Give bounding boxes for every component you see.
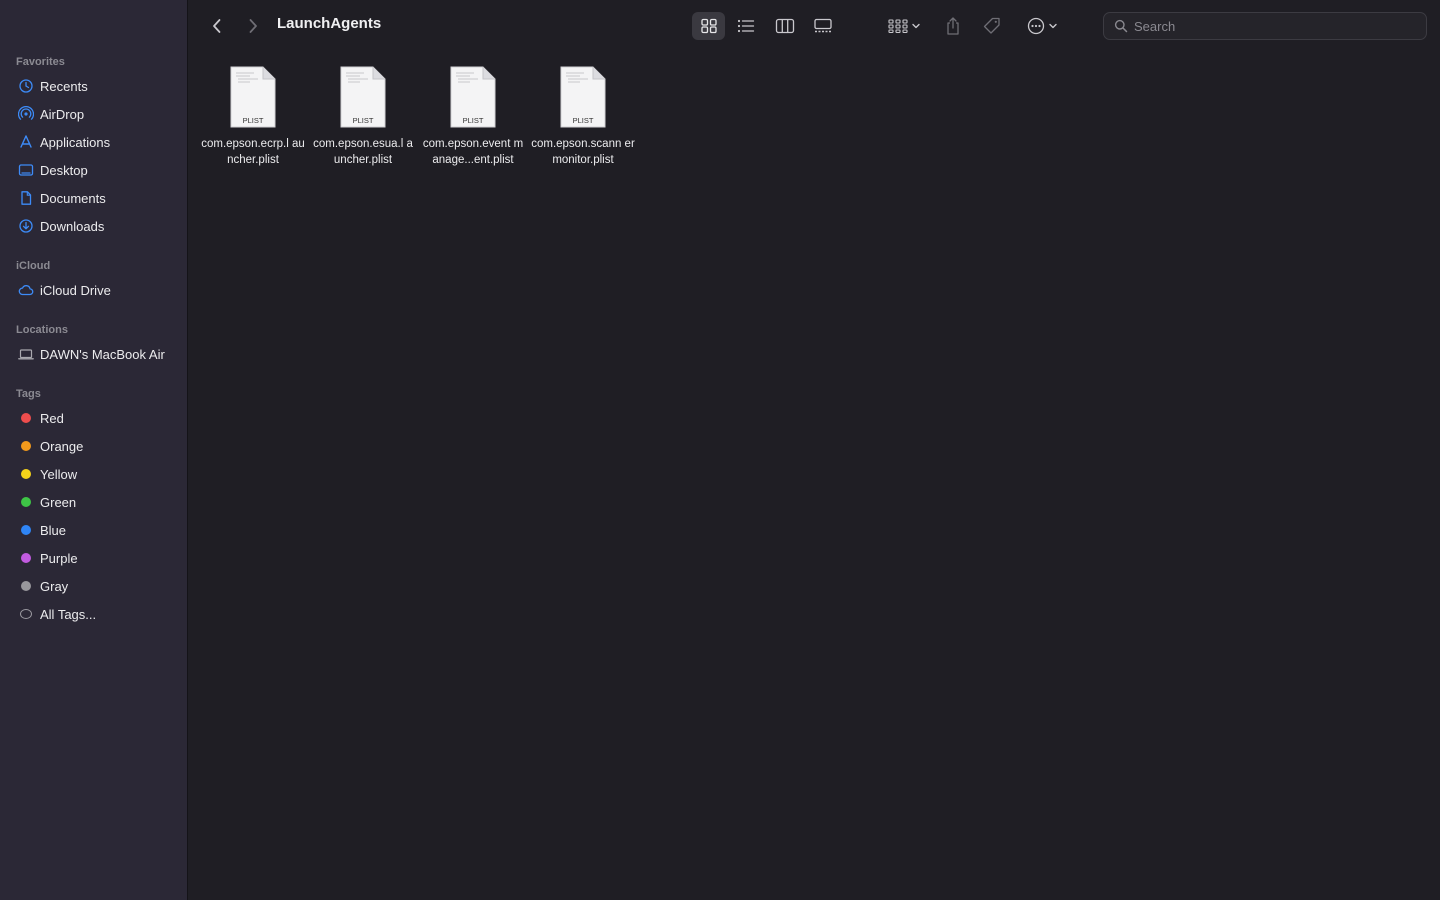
sidebar-item-tag-blue[interactable]: Blue (0, 516, 187, 544)
sidebar-item-airdrop[interactable]: AirDrop (0, 100, 187, 128)
chevron-right-icon (247, 17, 259, 35)
airdrop-icon (18, 106, 34, 122)
search-input[interactable] (1134, 18, 1414, 34)
sidebar-item-documents[interactable]: Documents (0, 184, 187, 212)
sidebar-item-label: Desktop (40, 162, 88, 178)
desktop-icon (18, 162, 34, 178)
sidebar-item-downloads[interactable]: Downloads (0, 212, 187, 240)
tag-yellow-dot-icon (21, 469, 31, 479)
plist-file-icon: PLIST (230, 66, 276, 128)
back-button[interactable] (206, 14, 228, 38)
chevron-down-icon (1048, 22, 1058, 30)
file-item[interactable]: PLIST com.epson.ecrp.l auncher.plist (198, 66, 308, 168)
columns-icon (775, 18, 795, 34)
icloud-header: iCloud (16, 260, 51, 272)
sidebar-item-tag-green[interactable]: Green (0, 488, 187, 516)
sidebar-item-icloud-drive[interactable]: iCloud Drive (0, 276, 187, 304)
sidebar-item-label: Recents (40, 78, 88, 94)
favorites-header: Favorites (16, 56, 65, 68)
sidebar-item-label: iCloud Drive (40, 282, 111, 298)
plist-file-icon: PLIST (450, 66, 496, 128)
sidebar-item-recents[interactable]: Recents (0, 72, 187, 100)
gallery-icon (813, 18, 833, 34)
sidebar-item-tag-orange[interactable]: Orange (0, 432, 187, 460)
sidebar-item-label: Blue (40, 522, 67, 538)
sidebar-item-label: Applications (40, 134, 111, 150)
laptop-icon (18, 346, 34, 362)
sidebar-item-applications[interactable]: Applications (0, 128, 187, 156)
sidebar-item-label: Yellow (40, 466, 78, 482)
tag-red-dot-icon (21, 413, 31, 423)
sidebar-item-label: Gray (40, 578, 69, 594)
group-grid-icon (887, 18, 909, 34)
sidebar-item-label: Green (40, 494, 77, 510)
file-type-badge: PLIST (352, 116, 374, 125)
forward-button[interactable] (242, 14, 264, 38)
grid-icon (700, 18, 718, 34)
file-name: com.epson.esua.l auncher.plist (313, 138, 413, 166)
tag-purple-dot-icon (21, 553, 31, 563)
file-type-badge: PLIST (242, 116, 264, 125)
plist-file-icon: PLIST (560, 66, 606, 128)
tag-button[interactable] (979, 12, 1005, 40)
group-by-button[interactable] (883, 12, 925, 40)
tag-gray-dot-icon (21, 581, 31, 591)
file-type-badge: PLIST (572, 116, 594, 125)
tag-green-dot-icon (21, 497, 31, 507)
action-menu-button[interactable] (1021, 12, 1063, 40)
sidebar-item-label: AirDrop (40, 106, 85, 122)
sidebar-item-label: All Tags... (40, 606, 97, 622)
chevron-down-icon (911, 22, 921, 30)
sidebar-item-label: Purple (40, 550, 78, 566)
tags-header: Tags (16, 388, 41, 400)
file-item[interactable]: PLIST com.epson.scann ermonitor.plist (528, 66, 638, 168)
tag-orange-dot-icon (21, 441, 31, 451)
window-title: LaunchAgents (277, 15, 382, 32)
sidebar-item-tag-purple[interactable]: Purple (0, 544, 187, 572)
sidebar-item-tag-gray[interactable]: Gray (0, 572, 187, 600)
tag-blue-dot-icon (21, 525, 31, 535)
ellipsis-circle-icon (1026, 16, 1046, 36)
icon-view-button[interactable] (692, 12, 725, 40)
share-icon (944, 16, 962, 36)
search-field[interactable] (1103, 12, 1427, 40)
all-tags-icon (20, 609, 32, 619)
list-view-button[interactable] (731, 12, 761, 40)
sidebar-item-tag-yellow[interactable]: Yellow (0, 460, 187, 488)
file-type-badge: PLIST (462, 116, 484, 125)
sidebar-item-label: Red (40, 410, 64, 426)
chevron-left-icon (211, 17, 223, 35)
share-button[interactable] (940, 12, 966, 40)
download-icon (18, 218, 34, 234)
sidebar-item-label: Documents (40, 190, 106, 206)
cloud-icon (18, 282, 34, 298)
list-icon (736, 18, 756, 34)
column-view-button[interactable] (770, 12, 800, 40)
file-name: com.epson.event manage...ent.plist (422, 138, 524, 166)
sidebar-item-label: Orange (40, 438, 84, 454)
sidebar-item-tag-red[interactable]: Red (0, 404, 187, 432)
file-name: com.epson.scann ermonitor.plist (531, 138, 635, 166)
search-icon (1114, 19, 1128, 33)
sidebar: Favorites Recents AirDrop Applications D… (0, 0, 188, 900)
sidebar-item-label: DAWN's MacBook Air (40, 346, 165, 362)
sidebar-item-label: Downloads (40, 218, 105, 234)
sidebar-item-macbook[interactable]: DAWN's MacBook Air (0, 340, 187, 368)
plist-file-icon: PLIST (340, 66, 386, 128)
sidebar-item-desktop[interactable]: Desktop (0, 156, 187, 184)
file-name: com.epson.ecrp.l auncher.plist (201, 138, 305, 166)
file-item[interactable]: PLIST com.epson.esua.l auncher.plist (308, 66, 418, 168)
file-item[interactable]: PLIST com.epson.event manage...ent.plist (418, 66, 528, 168)
gallery-view-button[interactable] (808, 12, 838, 40)
locations-header: Locations (16, 324, 68, 336)
clock-icon (18, 78, 34, 94)
applications-icon (18, 134, 34, 150)
tag-icon (982, 16, 1002, 36)
sidebar-item-all-tags[interactable]: All Tags... (0, 600, 187, 628)
document-icon (18, 190, 34, 206)
